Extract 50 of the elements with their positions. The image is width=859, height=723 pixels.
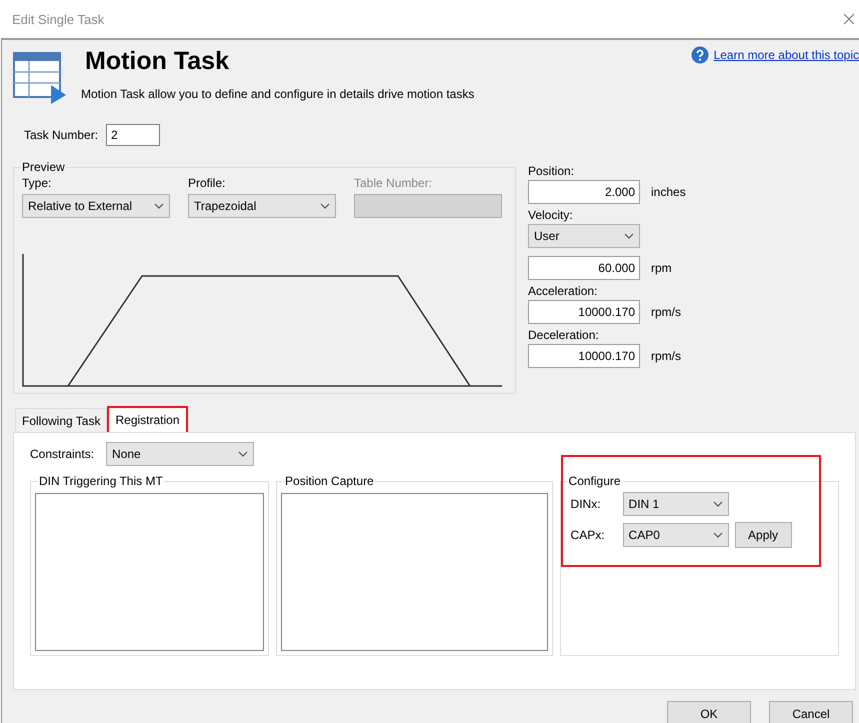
- number-field[interactable]: 2.000: [528, 180, 640, 204]
- chevron-down-icon: [320, 203, 330, 209]
- group-title: DIN Triggering This MT: [38, 474, 164, 488]
- dropdown[interactable]: User: [528, 224, 640, 248]
- field-label: Task Number:: [24, 128, 98, 142]
- group-title: Preview: [21, 160, 66, 174]
- unit-label: rpm: [651, 261, 672, 275]
- chevron-down-icon: [154, 203, 164, 209]
- unit-label: rpm/s: [651, 349, 681, 363]
- dropdown[interactable]: None: [106, 442, 254, 466]
- dropdown[interactable]: CAP0: [622, 523, 729, 547]
- task-number-field[interactable]: 2: [106, 124, 160, 146]
- field-label: Deceleration:: [528, 328, 599, 342]
- field-label: DINx:: [570, 497, 602, 511]
- dialog-button[interactable]: Cancel: [769, 701, 853, 723]
- list-box[interactable]: [35, 493, 264, 651]
- field-label: Velocity:: [528, 208, 573, 222]
- field-label: CAPx:: [570, 528, 606, 542]
- chevron-down-icon: [712, 501, 723, 507]
- chevron-down-icon: [624, 233, 634, 239]
- number-field[interactable]: 10000.170: [528, 300, 640, 324]
- field-label: Constraints:: [30, 447, 94, 461]
- unit-label: rpm/s: [651, 305, 681, 319]
- number-field[interactable]: 10000.170: [528, 344, 640, 368]
- chevron-down-icon: [712, 532, 723, 538]
- tab[interactable]: Registration: [107, 406, 188, 434]
- field-label: Table Number:: [354, 176, 434, 190]
- number-field[interactable]: 60.000: [528, 256, 640, 280]
- field-label: Position:: [528, 164, 574, 178]
- list-box[interactable]: [281, 493, 548, 651]
- close-icon[interactable]: [843, 13, 855, 25]
- field-label: Acceleration:: [528, 284, 598, 298]
- apply-button[interactable]: Apply: [734, 522, 792, 548]
- dropdown[interactable]: DIN 1: [622, 492, 729, 516]
- window-title: Edit Single Task: [12, 12, 104, 26]
- table-icon: [13, 52, 67, 104]
- dialog-button[interactable]: OK: [667, 701, 751, 723]
- page-description: Motion Task allow you to define and configure in details drive motion tasks: [81, 87, 474, 101]
- dropdown[interactable]: Trapezoidal: [188, 194, 336, 218]
- field-label: Type:: [22, 176, 52, 190]
- help-icon[interactable]: [690, 46, 709, 64]
- help-link[interactable]: Learn more about this topic: [714, 48, 859, 62]
- group-title: Configure: [568, 474, 622, 488]
- tab[interactable]: Following Task: [15, 408, 108, 432]
- group-title: Position Capture: [284, 474, 375, 488]
- chevron-down-icon: [238, 451, 248, 457]
- dropdown[interactable]: Relative to External: [22, 194, 170, 218]
- page-title: Motion Task: [85, 46, 230, 77]
- field-label: Profile:: [188, 176, 226, 190]
- unit-label: inches: [651, 185, 686, 199]
